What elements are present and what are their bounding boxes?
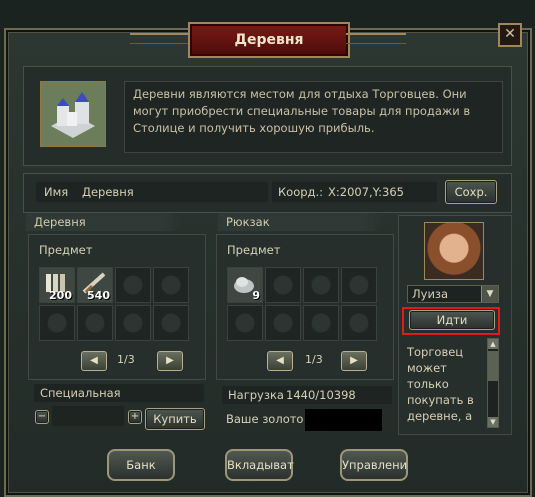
special-field: Специальная <box>34 384 204 402</box>
load-label: Нагрузка <box>228 388 284 402</box>
backpack-item-slot[interactable] <box>303 267 339 303</box>
title-ornament-left <box>130 33 190 44</box>
village-item-header: Предмет <box>39 243 93 257</box>
village-item-slot[interactable] <box>153 267 189 303</box>
special-label: Специальная <box>40 386 121 400</box>
village-item-slot[interactable] <box>115 267 151 303</box>
village-item-slot[interactable]: 540 <box>77 267 113 303</box>
village-item-slot[interactable] <box>77 305 113 341</box>
tab-backpack[interactable]: Рюкзак <box>218 213 386 231</box>
description-text: Деревни являются местом для отдыха Торго… <box>133 87 471 135</box>
increase-button[interactable]: + <box>128 410 142 424</box>
go-button-highlight <box>402 307 500 335</box>
arrow-left-icon: ◀ <box>90 355 98 366</box>
name-field: Имя Деревня <box>36 182 268 202</box>
backpack-item-header: Предмет <box>227 243 281 257</box>
backpack-page-indicator: 1/3 <box>305 353 323 366</box>
load-value: 1440/10398 <box>286 388 356 402</box>
merchant-info-text: Торговец может только покупать в деревне… <box>407 345 474 423</box>
scroll-down-icon[interactable]: ▼ <box>488 417 498 427</box>
manage-button[interactable]: Управлени <box>340 449 408 481</box>
merchant-select[interactable]: Луиза ▼ <box>407 285 499 303</box>
village-item-slot[interactable]: 200 <box>39 267 75 303</box>
village-icon <box>40 81 106 147</box>
coord-label: Коорд.: <box>278 185 324 199</box>
backpack-item-slot[interactable] <box>341 267 377 303</box>
info-panel: Имя Деревня Коорд.: X:2007,Y:365 Сохр. <box>23 173 512 213</box>
slot-quantity: 200 <box>49 289 72 302</box>
title-bar: Деревня <box>130 16 406 60</box>
bank-button[interactable]: Банк <box>107 449 175 481</box>
backpack-item-slot[interactable] <box>265 267 301 303</box>
description-box: Деревни являются местом для отдыха Торго… <box>124 81 503 153</box>
slot-quantity: 9 <box>252 289 260 302</box>
quantity-input[interactable] <box>52 406 124 426</box>
backpack-item-slot[interactable]: 9 <box>227 267 263 303</box>
village-next-page-button[interactable]: ▶ <box>157 351 183 371</box>
gold-label: Ваше золото <box>226 412 304 426</box>
name-value: Деревня <box>82 185 134 199</box>
load-field: Нагрузка 1440/10398 <box>222 386 392 404</box>
scroll-thumb[interactable] <box>488 351 498 381</box>
chevron-down-icon[interactable]: ▼ <box>481 286 498 302</box>
buy-button[interactable]: Купить <box>145 408 205 430</box>
slot-quantity: 540 <box>87 289 110 302</box>
village-item-slot[interactable] <box>115 305 151 341</box>
backpack-item-slot[interactable] <box>303 305 339 341</box>
coord-value: X:2007,Y:365 <box>328 185 404 199</box>
merchant-name: Луиза <box>412 287 449 301</box>
arrow-left-icon: ◀ <box>276 355 284 366</box>
name-label: Имя <box>44 185 69 199</box>
close-button[interactable]: ✕ <box>498 23 522 47</box>
description-panel: Деревни являются местом для отдыха Торго… <box>23 66 512 166</box>
window-title: Деревня <box>188 22 350 58</box>
close-icon: ✕ <box>504 26 516 42</box>
backpack-item-slot[interactable] <box>341 305 377 341</box>
village-inventory: Предмет 200 540 ◀ 1/3 ▶ <box>28 234 206 380</box>
village-prev-page-button[interactable]: ◀ <box>81 351 107 371</box>
backpack-item-slot[interactable] <box>227 305 263 341</box>
minus-icon: − <box>37 411 47 422</box>
plus-icon: + <box>130 411 140 422</box>
info-scrollbar[interactable]: ▲ ▼ <box>487 338 499 428</box>
backpack-item-slot[interactable] <box>265 305 301 341</box>
tab-village[interactable]: Деревня <box>26 213 184 231</box>
village-page-indicator: 1/3 <box>117 353 135 366</box>
invest-button[interactable]: Вкладыват <box>225 449 294 481</box>
backpack-prev-page-button[interactable]: ◀ <box>267 351 293 371</box>
village-item-slot[interactable] <box>39 305 75 341</box>
backpack-next-page-button[interactable]: ▶ <box>341 351 367 371</box>
gold-value <box>305 409 382 431</box>
save-button[interactable]: Сохр. <box>445 180 497 204</box>
village-item-slot[interactable] <box>153 305 189 341</box>
coordinates-field: Коорд.: X:2007,Y:365 <box>272 182 437 202</box>
merchant-portrait <box>424 222 484 280</box>
title-ornament-right <box>346 33 406 44</box>
arrow-right-icon: ▶ <box>166 355 174 366</box>
arrow-right-icon: ▶ <box>350 355 358 366</box>
scroll-up-icon[interactable]: ▲ <box>488 339 498 349</box>
decrease-button[interactable]: − <box>35 410 49 424</box>
backpack-inventory: Предмет 9 ◀ 1/3 ▶ <box>216 234 394 380</box>
